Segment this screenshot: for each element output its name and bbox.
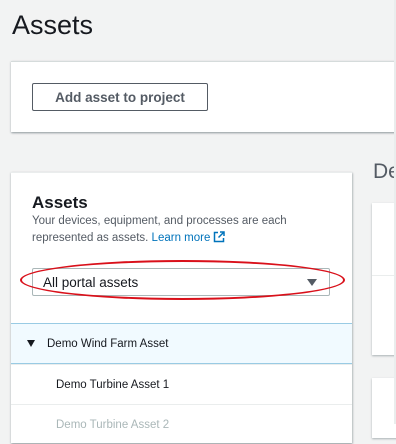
tree-item-label: Demo Wind Farm Asset — [47, 337, 169, 350]
caret-down-icon — [307, 278, 317, 286]
card-divider — [372, 275, 396, 276]
learn-more-link[interactable]: Learn more — [151, 231, 226, 244]
assets-panel-title: Assets — [32, 193, 88, 212]
learn-more-label: Learn more — [151, 232, 211, 244]
tree-item-demo-turbine-asset-2[interactable]: Demo Turbine Asset 2 — [11, 404, 352, 444]
asset-tree: Demo Wind Farm Asset Demo Turbine Asset … — [11, 323, 352, 444]
tree-item-label: Demo Turbine Asset 2 — [56, 418, 170, 431]
right-detail-card — [372, 203, 396, 355]
tree-item-demo-wind-farm-asset[interactable]: Demo Wind Farm Asset — [11, 323, 352, 364]
tree-item-label: Demo Turbine Asset 1 — [56, 378, 170, 391]
right-panel-heading: De — [373, 160, 396, 183]
right-detail-card-2 — [372, 378, 396, 438]
project-actions-panel: Add asset to project — [11, 61, 396, 132]
assets-panel: Assets Your devices, equipment, and proc… — [11, 172, 352, 443]
external-link-icon — [213, 231, 226, 249]
add-asset-to-project-button[interactable]: Add asset to project — [32, 83, 208, 111]
asset-filter-select[interactable]: All portal assets — [32, 268, 330, 296]
page-title: Assets — [12, 10, 94, 40]
assets-panel-description: Your devices, equipment, and processes a… — [32, 213, 332, 249]
tree-item-demo-turbine-asset-1[interactable]: Demo Turbine Asset 1 — [11, 364, 352, 404]
tree-expanded-icon[interactable] — [27, 340, 35, 347]
asset-filter-value: All portal assets — [43, 274, 139, 290]
